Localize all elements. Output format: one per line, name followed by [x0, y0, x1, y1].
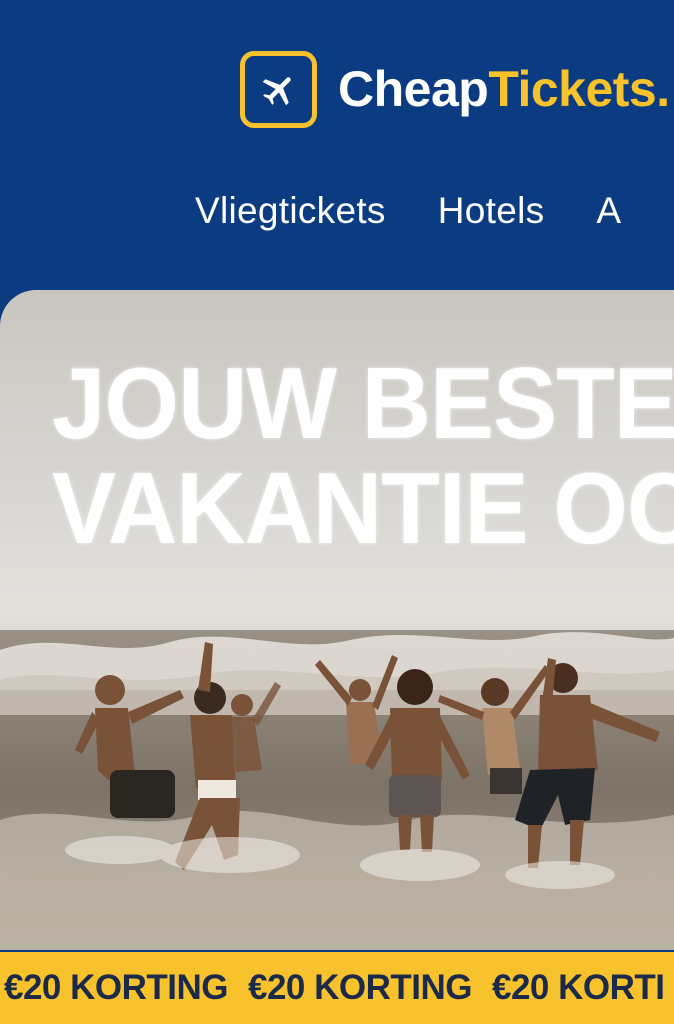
hero-title-line-1: JOUW BESTE [52, 347, 674, 461]
page: CheapTickets. Vliegtickets Hotels A JOUW… [0, 0, 674, 1024]
brand-name-tickets: Tickets [488, 61, 657, 117]
logo-badge [240, 50, 317, 128]
nav-item-hotels[interactable]: Hotels [438, 190, 545, 232]
airplane-icon [262, 77, 291, 106]
promo-ticker[interactable]: €20 KORTING €20 KORTING €20 KORTI [0, 952, 674, 1024]
hero-title: JOUW BESTE VAKANTIE OOI [52, 347, 674, 566]
promo-discount-label: €20 KORTING [248, 968, 473, 1007]
promo-discount-label: €20 KORTI [492, 968, 665, 1007]
beach-photo [0, 630, 674, 950]
hero-title-line-2: VAKANTIE OOI [52, 452, 674, 566]
main-nav: Vliegtickets Hotels A [195, 186, 673, 236]
brand-name-cheap: Cheap [338, 61, 489, 117]
hero-banner[interactable]: JOUW BESTE VAKANTIE OOI [0, 290, 674, 950]
nav-item-vliegtickets[interactable]: Vliegtickets [195, 190, 386, 232]
brand-name-suffix: . [656, 61, 670, 117]
promo-discount-label: €20 KORTING [4, 968, 229, 1007]
site-header: CheapTickets. Vliegtickets Hotels A [0, 0, 674, 290]
brand-wordmark: CheapTickets. [338, 64, 670, 114]
brand-logo-link[interactable]: CheapTickets. [240, 50, 670, 128]
nav-item-more[interactable]: A [596, 190, 621, 232]
